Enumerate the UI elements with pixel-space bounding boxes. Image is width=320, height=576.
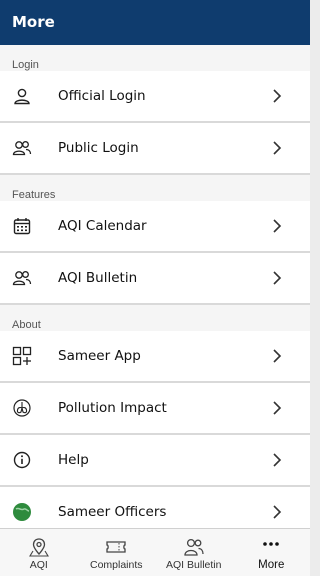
chevron-right-icon xyxy=(272,141,282,155)
chevron-right-icon xyxy=(272,89,282,103)
menu-item-label: Sameer App xyxy=(58,348,141,364)
menu-item-pollution-impact[interactable]: Pollution Impact xyxy=(0,383,310,435)
chevron-right-icon xyxy=(272,349,282,363)
chevron-right-icon xyxy=(272,219,282,233)
menu-item-label: Official Login xyxy=(58,88,146,104)
page-title: More xyxy=(12,13,55,31)
globe-icon xyxy=(12,502,32,522)
chevron-right-icon xyxy=(272,271,282,285)
menu-item-aqi-calendar[interactable]: AQI Calendar xyxy=(0,201,310,253)
tab-aqi-bulletin[interactable]: AQI Bulletin xyxy=(155,529,233,576)
menu-item-help[interactable]: Help xyxy=(0,435,310,487)
menu-item-public-login[interactable]: Public Login xyxy=(0,123,310,175)
tab-label: AQI Bulletin xyxy=(166,559,222,571)
menu-item-label: Help xyxy=(58,452,89,468)
more-menu: Login Official Login Public Login Featur… xyxy=(0,45,310,528)
tab-more[interactable]: More xyxy=(233,529,311,576)
menu-item-sameer-officers[interactable]: Sameer Officers xyxy=(0,487,310,528)
info-icon xyxy=(12,450,32,470)
section-label-about: About xyxy=(0,305,310,331)
menu-item-sameer-app[interactable]: Sameer App xyxy=(0,331,310,383)
users-icon xyxy=(12,268,32,288)
lungs-icon xyxy=(12,398,32,418)
menu-item-aqi-bulletin[interactable]: AQI Bulletin xyxy=(0,253,310,305)
chevron-right-icon xyxy=(272,505,282,519)
menu-item-label: AQI Calendar xyxy=(58,218,147,234)
menu-item-label: Public Login xyxy=(58,140,139,156)
users-icon xyxy=(12,138,32,158)
menu-item-official-login[interactable]: Official Login xyxy=(0,71,310,123)
tab-label: AQI xyxy=(29,559,48,571)
calendar-icon xyxy=(12,216,32,236)
menu-item-label: AQI Bulletin xyxy=(58,270,138,286)
bottom-tab-bar: AQI Complaints AQI Bulletin More xyxy=(0,528,310,576)
menu-item-label: Sameer Officers xyxy=(58,504,167,520)
users-icon xyxy=(183,537,205,557)
tab-aqi[interactable]: AQI xyxy=(0,529,78,576)
user-icon xyxy=(12,86,32,106)
chevron-right-icon xyxy=(272,401,282,415)
map-pin-icon xyxy=(28,537,50,557)
section-label-login: Login xyxy=(0,45,310,71)
tab-label: Complaints xyxy=(89,559,143,571)
page-header: More xyxy=(0,0,310,45)
section-label-features: Features xyxy=(0,175,310,201)
menu-item-label: Pollution Impact xyxy=(58,400,167,416)
more-dots-icon xyxy=(260,537,282,557)
tab-complaints[interactable]: Complaints xyxy=(78,529,156,576)
tab-label: More xyxy=(258,559,285,571)
grid-plus-icon xyxy=(12,346,32,366)
chevron-right-icon xyxy=(272,453,282,467)
ticket-icon xyxy=(105,537,127,557)
